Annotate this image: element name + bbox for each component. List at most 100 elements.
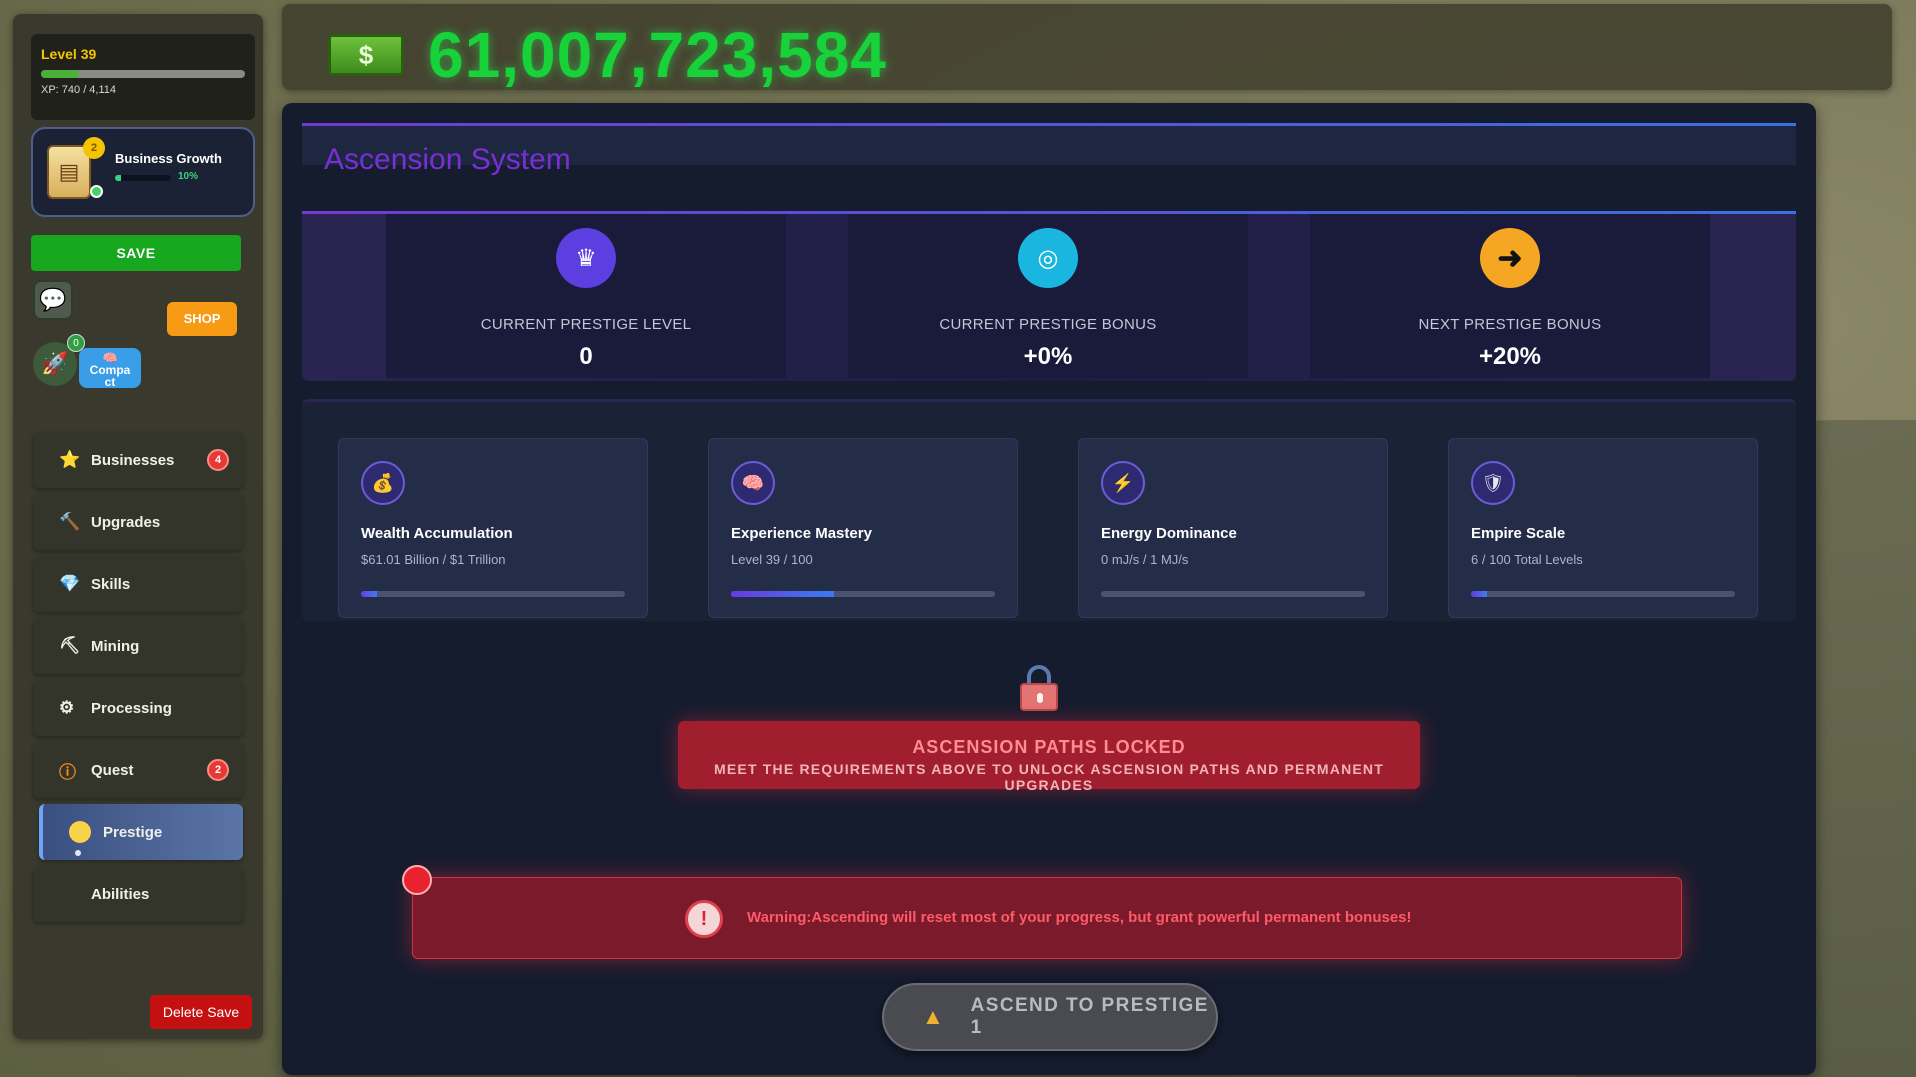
sidebar-item-label: Upgrades bbox=[91, 513, 161, 531]
status-dot bbox=[90, 185, 103, 198]
stat-value: +20% bbox=[1478, 343, 1542, 370]
requirement-bar bbox=[1471, 591, 1735, 597]
business-growth-card[interactable]: ▤ 2 Business Growth 10% bbox=[31, 127, 255, 217]
stat-card-next-bonus: ➜ NEXT PRESTIGE BONUS +20% bbox=[1310, 214, 1710, 378]
requirement-progress-text: 0 mJ/s / 1 MJ/s bbox=[1101, 552, 1189, 567]
requirement-bar-fill bbox=[731, 591, 834, 597]
gear-icon: ⚙ bbox=[59, 698, 75, 717]
sidebar-item-skills[interactable]: 💎 Skills bbox=[33, 556, 243, 612]
stat-label: NEXT PRESTIGE BONUS bbox=[1418, 316, 1602, 333]
alert-dot bbox=[402, 865, 432, 895]
sidebar-item-quest[interactable]: ⓘ Quest 2 bbox=[33, 742, 243, 798]
requirement-bar bbox=[361, 591, 625, 597]
sidebar-item-label: Skills bbox=[91, 575, 131, 593]
stat-label: CURRENT PRESTIGE LEVEL bbox=[480, 316, 692, 333]
stat-card-prestige-bonus: ◎ CURRENT PRESTIGE BONUS +0% bbox=[848, 214, 1248, 378]
growth-title: Business Growth bbox=[115, 151, 222, 166]
growth-badge: 2 bbox=[83, 137, 105, 159]
money-bag-icon: 💰 bbox=[361, 461, 405, 505]
requirement-card-empire: 🛡 Empire Scale 6 / 100 Total Levels bbox=[1448, 438, 1758, 618]
requirement-bar-fill bbox=[361, 591, 378, 597]
money-value: 61,007,723,584 bbox=[428, 19, 887, 91]
crown-icon: ♛ bbox=[556, 228, 616, 288]
shield-icon: 🛡 bbox=[1471, 461, 1515, 505]
sidebar-item-businesses[interactable]: ⭐ Businesses 4 bbox=[33, 432, 243, 488]
locked-title: ASCENSION PATHS LOCKED bbox=[912, 737, 1186, 757]
warning-text: Warning:Ascending will reset most of you… bbox=[747, 909, 1412, 926]
xp-text: XP: 740 / 4,114 bbox=[41, 84, 117, 96]
coin-icon bbox=[69, 821, 91, 843]
arrow-right-icon: ➜ bbox=[1480, 228, 1540, 288]
active-indicator bbox=[75, 850, 81, 856]
requirement-title: Empire Scale bbox=[1471, 525, 1566, 542]
sidebar-item-label: Prestige bbox=[103, 823, 163, 841]
lock-icon bbox=[1020, 665, 1058, 711]
ascend-label: ASCEND TO PRESTIGE 1 bbox=[970, 995, 1209, 1038]
save-button[interactable]: SAVE bbox=[31, 235, 241, 271]
sidebar-item-upgrades[interactable]: 🔨 Upgrades bbox=[33, 494, 243, 550]
lightning-icon: ⚡ bbox=[1101, 461, 1145, 505]
requirement-card-experience: 🧠 Experience Mastery Level 39 / 100 bbox=[708, 438, 1018, 618]
sidebar-item-label: Quest bbox=[91, 761, 134, 779]
chat-icon: 💬 bbox=[39, 287, 67, 312]
sidebar-item-label: Businesses bbox=[91, 451, 175, 469]
requirement-card-energy: ⚡ Energy Dominance 0 mJ/s / 1 MJ/s bbox=[1078, 438, 1388, 618]
requirement-title: Experience Mastery bbox=[731, 525, 872, 542]
sidebar-item-label: Abilities bbox=[91, 885, 150, 903]
sidebar-item-label: Mining bbox=[91, 637, 140, 655]
sidebar-nav: ⭐ Businesses 4 🔨 Upgrades 💎 Skills ⛏ Min… bbox=[33, 432, 243, 928]
shop-button[interactable]: SHOP bbox=[167, 302, 237, 336]
locked-subtitle: MEET THE REQUIREMENTS ABOVE TO UNLOCK AS… bbox=[714, 761, 1384, 793]
requirement-progress-text: $61.01 Billion / $1 Trillion bbox=[361, 552, 506, 567]
growth-percent: 10% bbox=[178, 171, 199, 182]
cash-icon: $ bbox=[328, 34, 404, 76]
info-icon: ⓘ bbox=[59, 762, 76, 782]
stat-value: 0 bbox=[579, 343, 593, 370]
requirement-progress-text: Level 39 / 100 bbox=[731, 552, 813, 567]
requirement-bar-fill bbox=[1471, 591, 1487, 597]
chip-icon: ◎ bbox=[1018, 228, 1078, 288]
growth-bar-fill bbox=[115, 175, 121, 181]
notification-badge: 2 bbox=[207, 759, 229, 781]
stat-card-prestige-level: ♛ CURRENT PRESTIGE LEVEL 0 bbox=[386, 214, 786, 378]
growth-bar bbox=[115, 175, 171, 181]
level-label: Level 39 bbox=[41, 46, 97, 62]
locked-notice: ASCENSION PATHS LOCKED MEET THE REQUIREM… bbox=[678, 721, 1420, 793]
sidebar: Level 39 XP: 740 / 4,114 ▤ 2 Business Gr… bbox=[13, 14, 263, 1039]
compact-label: Compact bbox=[89, 363, 131, 389]
requirement-bar bbox=[1101, 591, 1365, 597]
requirement-card-wealth: 💰 Wealth Accumulation $61.01 Billion / $… bbox=[338, 438, 648, 618]
ascend-button[interactable]: ▲ ASCEND TO PRESTIGE 1 bbox=[882, 983, 1218, 1051]
level-panel: Level 39 XP: 740 / 4,114 bbox=[31, 34, 255, 120]
xp-bar bbox=[41, 70, 245, 78]
ascension-panel: Ascension System ♛ CURRENT PRESTIGE LEVE… bbox=[282, 103, 1816, 1075]
brain-icon: 🧠 bbox=[731, 461, 775, 505]
sidebar-item-label: Processing bbox=[91, 699, 172, 717]
delete-save-button[interactable]: Delete Save bbox=[150, 995, 252, 1029]
prestige-stats: ♛ CURRENT PRESTIGE LEVEL 0 ◎ CURRENT PRE… bbox=[302, 211, 1796, 381]
warning-banner: ! Warning:Ascending will reset most of y… bbox=[412, 877, 1682, 959]
gem-icon: 💎 bbox=[59, 574, 81, 593]
warning-icon: ! bbox=[685, 900, 723, 938]
requirements-row: 💰 Wealth Accumulation $61.01 Billion / $… bbox=[302, 399, 1796, 621]
pyramid-icon: ▲ bbox=[922, 1004, 944, 1029]
page-title: Ascension System bbox=[324, 143, 571, 176]
hammer-icon: 🔨 bbox=[59, 512, 81, 531]
requirement-progress-text: 6 / 100 Total Levels bbox=[1471, 552, 1583, 567]
xp-bar-fill bbox=[41, 70, 78, 78]
chat-button[interactable]: 💬 bbox=[33, 280, 73, 320]
stat-label: CURRENT PRESTIGE BONUS bbox=[939, 316, 1157, 333]
sidebar-item-abilities[interactable]: Abilities bbox=[33, 866, 243, 922]
requirement-bar bbox=[731, 591, 995, 597]
notification-badge: 4 bbox=[207, 449, 229, 471]
rocket-icon: 🚀 bbox=[41, 351, 69, 376]
compact-button[interactable]: 🧠 Compact bbox=[79, 348, 141, 388]
sidebar-item-prestige[interactable]: Prestige bbox=[39, 804, 243, 860]
requirement-title: Energy Dominance bbox=[1101, 525, 1237, 542]
pickaxe-icon: ⛏ bbox=[59, 636, 81, 655]
sidebar-item-mining[interactable]: ⛏ Mining bbox=[33, 618, 243, 674]
stat-value: +0% bbox=[1023, 343, 1073, 370]
star-icon: ⭐ bbox=[59, 450, 81, 469]
money-bar: $ 61,007,723,584 bbox=[282, 4, 1892, 91]
sidebar-item-processing[interactable]: ⚙ Processing bbox=[33, 680, 243, 736]
